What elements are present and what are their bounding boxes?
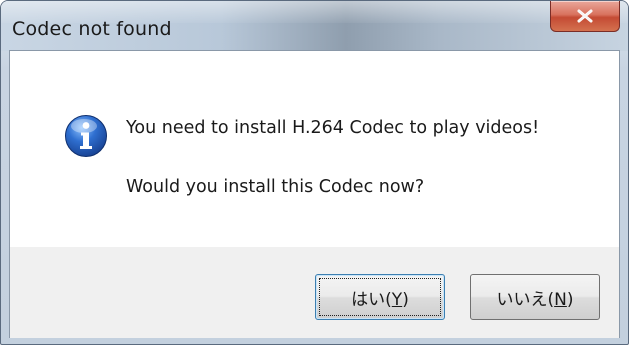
- codec-dialog-window: Codec not found You need to install H.26…: [0, 0, 629, 345]
- message-line-2: Would you install this Codec now?: [126, 177, 425, 197]
- title-bar[interactable]: Codec not found: [1, 1, 628, 51]
- yes-button-label: はい(Y): [351, 289, 409, 310]
- message-area: You need to install H.264 Codec to play …: [10, 51, 619, 247]
- button-bar: はい(Y) いいえ(N): [10, 247, 619, 338]
- close-icon: [577, 9, 593, 23]
- no-button[interactable]: いいえ(N): [470, 274, 600, 320]
- no-button-label: いいえ(N): [496, 289, 574, 310]
- window-title: Codec not found: [12, 18, 172, 40]
- dialog-client-area: You need to install H.264 Codec to play …: [9, 50, 620, 338]
- info-icon: [65, 115, 107, 157]
- yes-button[interactable]: はい(Y): [315, 274, 445, 320]
- close-button[interactable]: [550, 1, 620, 32]
- message-line-1: You need to install H.264 Codec to play …: [126, 118, 540, 138]
